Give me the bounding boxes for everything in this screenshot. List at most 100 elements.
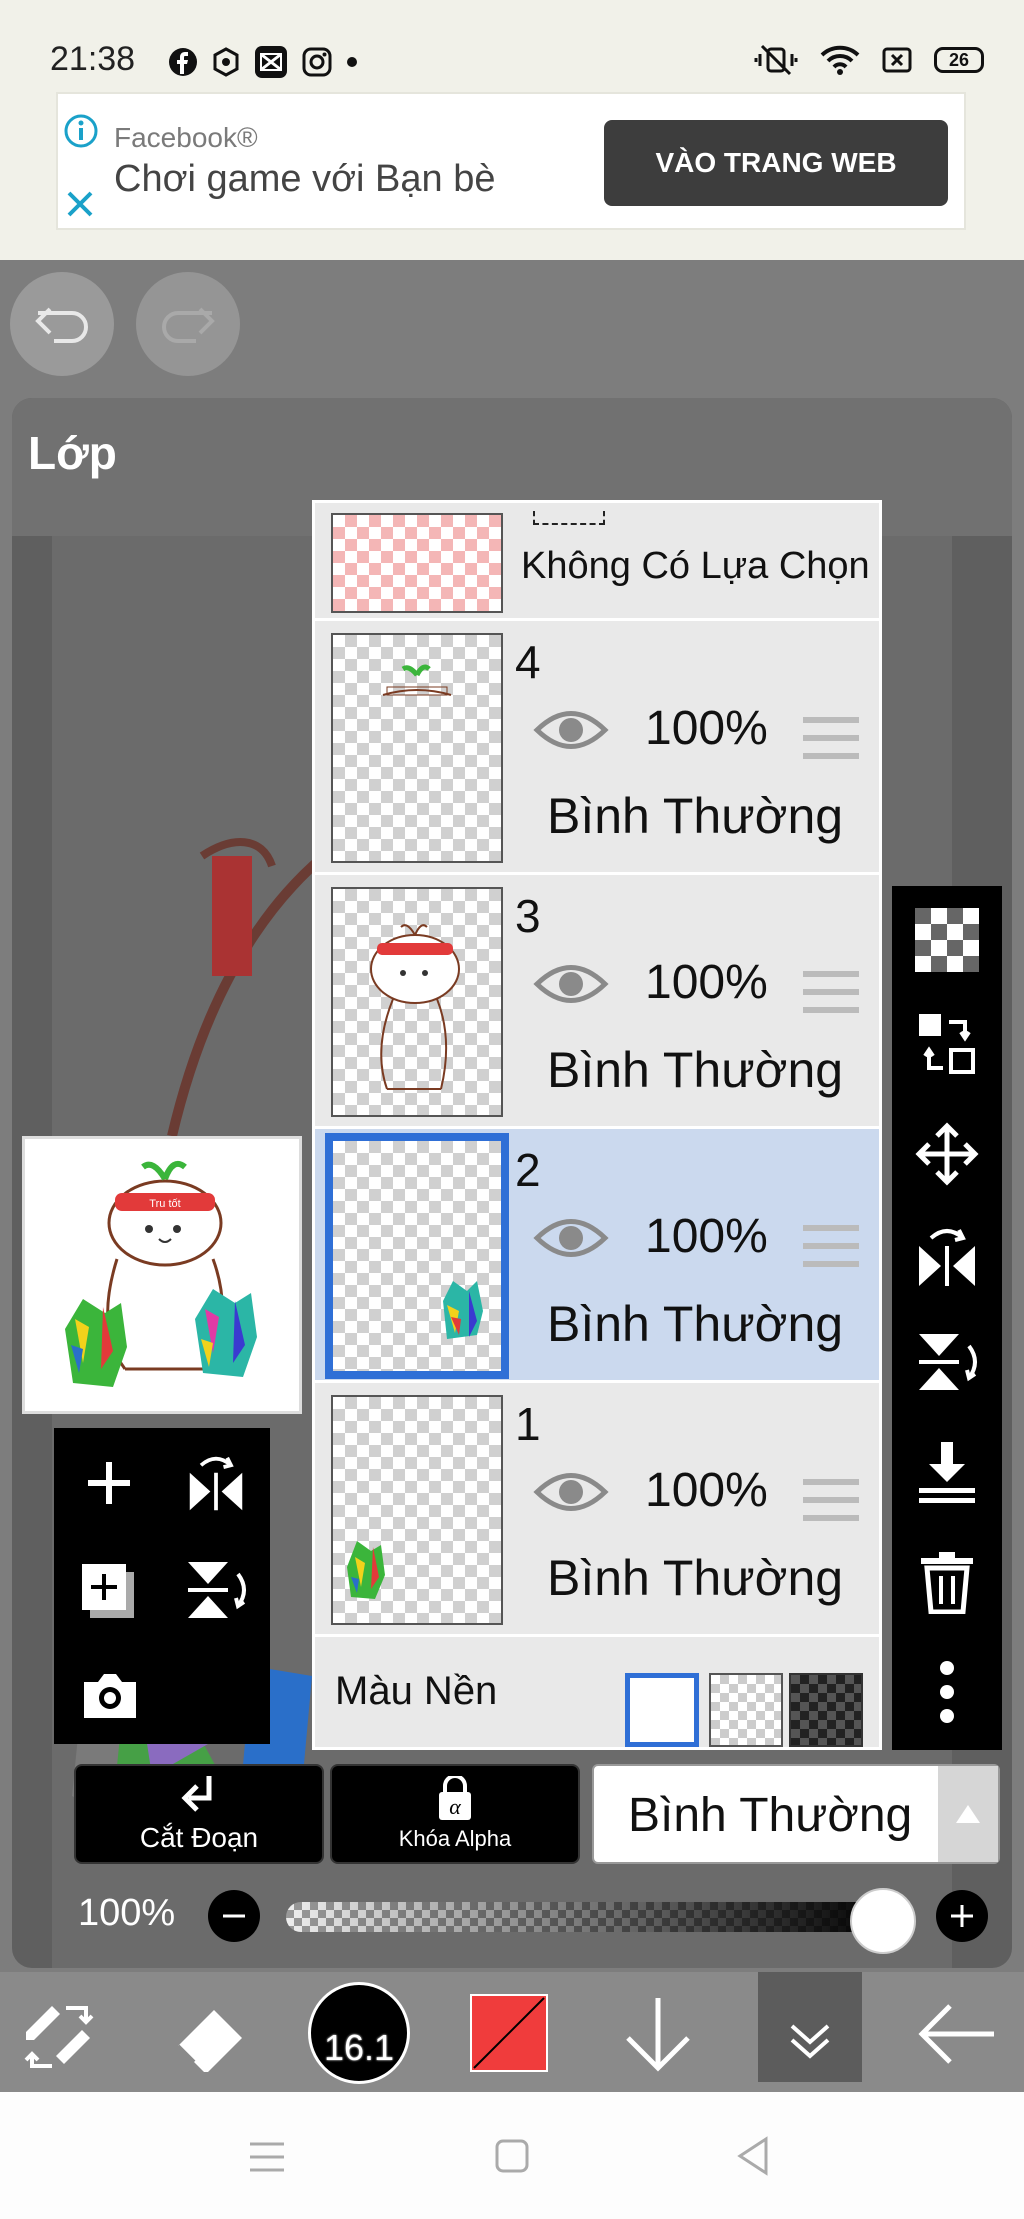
- layer-opacity[interactable]: 100%: [645, 701, 768, 756]
- more-options-button[interactable]: [892, 1660, 1002, 1724]
- layer-opacity[interactable]: 100%: [645, 1463, 768, 1518]
- clipping-button[interactable]: Cắt Đoạn: [74, 1764, 324, 1864]
- drag-handle-icon[interactable]: [803, 1223, 859, 1269]
- background-label: Màu Nền: [335, 1669, 498, 1713]
- camera-button[interactable]: [80, 1670, 140, 1720]
- layer-row[interactable]: 3 100% Bình Thường: [315, 875, 879, 1129]
- swap-layers-button[interactable]: [892, 1010, 1002, 1080]
- visibility-eye-icon[interactable]: [533, 1467, 609, 1517]
- background-color-row: Màu Nền: [315, 1641, 879, 1747]
- redo-icon: [162, 307, 215, 343]
- wifi-icon: [820, 45, 860, 75]
- visibility-eye-icon[interactable]: [533, 1213, 609, 1263]
- opacity-slider-track[interactable]: [286, 1902, 890, 1932]
- close-icon[interactable]: [66, 190, 94, 218]
- swap-shapes-icon: [919, 1014, 975, 1074]
- dot-icon: [347, 57, 357, 67]
- battery-icon: 26: [934, 47, 984, 73]
- blend-mode-toggle[interactable]: [938, 1766, 998, 1862]
- transparency-button[interactable]: [892, 908, 1002, 972]
- layer-thumbnail: [325, 1133, 509, 1379]
- layer-opacity[interactable]: 100%: [645, 1209, 768, 1264]
- opacity-label: 100%: [78, 1892, 176, 1934]
- layer-opacity[interactable]: 100%: [645, 955, 768, 1010]
- color-slash-icon: [473, 1997, 545, 2069]
- flip-horizontal-icon: [919, 1229, 975, 1286]
- undo-button[interactable]: [10, 272, 114, 376]
- ad-cta-button[interactable]: VÀO TRANG WEB: [604, 120, 948, 206]
- flip-layer-vertical-button[interactable]: [184, 1558, 248, 1622]
- eraser-icon: [176, 2010, 242, 2072]
- layer-row[interactable]: 4 100% Bình Thường: [315, 621, 879, 875]
- duplicate-layer-button[interactable]: [80, 1562, 136, 1620]
- layer-row[interactable]: 1 100% Bình Thường: [315, 1383, 879, 1637]
- redo-button[interactable]: [136, 272, 240, 376]
- flip-horizontal-button[interactable]: [892, 1226, 1002, 1290]
- undo-icon: [35, 307, 88, 343]
- system-nav-bar: [0, 2092, 1024, 2219]
- tool-switch-button[interactable]: [22, 2002, 102, 2072]
- info-icon[interactable]: [64, 114, 98, 148]
- merge-down-icon: [919, 1442, 975, 1503]
- flip-layer-horizontal-button[interactable]: [184, 1454, 248, 1514]
- plus-icon: [951, 1905, 973, 1927]
- selection-thumbnail: [331, 513, 503, 613]
- move-button[interactable]: [892, 1122, 1002, 1186]
- alpha-lock-button[interactable]: α Khóa Alpha: [330, 1764, 580, 1864]
- layer-thumbnail: [331, 633, 503, 863]
- status-bar: 21:38 26 Facebook® Chơi game với Bạn bè …: [0, 0, 1024, 260]
- blend-mode-select[interactable]: Bình Thường: [592, 1764, 1000, 1864]
- recent-apps-icon[interactable]: [248, 2140, 286, 2174]
- blend-mode-value: Bình Thường: [628, 1789, 913, 1842]
- layer-tools-toolbar: [892, 886, 1002, 1750]
- hexagon-icon: [213, 47, 239, 77]
- back-button[interactable]: [918, 2002, 998, 2066]
- color-swatch-button[interactable]: [470, 1994, 548, 2072]
- home-icon[interactable]: [494, 2138, 530, 2174]
- ad-banner[interactable]: Facebook® Chơi game với Bạn bè VÀO TRANG…: [56, 92, 966, 230]
- double-chevron-down-icon: [790, 2024, 830, 2059]
- layer-blend-mode[interactable]: Bình Thường: [547, 1295, 843, 1353]
- bg-swatch-transparent[interactable]: [709, 1673, 783, 1747]
- drag-handle-icon[interactable]: [803, 969, 859, 1015]
- arrow-down-icon: [626, 1998, 690, 2072]
- arrow-left-icon: [918, 2004, 994, 2064]
- visibility-eye-icon[interactable]: [533, 705, 609, 755]
- layer-number: 4: [515, 636, 541, 688]
- brush-size-value: 16.1: [323, 2027, 395, 2068]
- eraser-tool-button[interactable]: [170, 2002, 250, 2072]
- back-nav-icon[interactable]: [736, 2136, 770, 2176]
- drag-handle-icon[interactable]: [803, 715, 859, 761]
- brush-size-button[interactable]: 16.1: [308, 1982, 410, 2084]
- layer-thumbnail: [331, 1395, 503, 1625]
- instagram-icon: [302, 47, 332, 77]
- ad-title[interactable]: Chơi game với Bạn bè: [114, 158, 495, 201]
- opacity-decrease-button[interactable]: [208, 1890, 260, 1942]
- panel-title: Lớp: [28, 427, 117, 479]
- flip-vertical-button[interactable]: [892, 1330, 1002, 1394]
- minus-icon: [223, 1914, 245, 1918]
- layer-blend-mode[interactable]: Bình Thường: [547, 787, 843, 845]
- opacity-increase-button[interactable]: [936, 1890, 988, 1942]
- clip-arrow-icon: [181, 1776, 212, 1812]
- capcut-icon: [255, 46, 287, 78]
- layer-row-selected[interactable]: 2 100% Bình Thường: [315, 1129, 879, 1383]
- collapse-panel-button[interactable]: [758, 1972, 862, 2082]
- selection-layer-row[interactable]: Không Có Lựa Chọn: [315, 503, 879, 621]
- layer-blend-mode[interactable]: Bình Thường: [547, 1549, 843, 1607]
- trash-icon: [921, 1552, 973, 1614]
- bg-swatch-dark[interactable]: [789, 1673, 863, 1747]
- merge-down-button[interactable]: [892, 1440, 1002, 1504]
- layer-down-button[interactable]: [620, 1994, 696, 2074]
- selection-label: Không Có Lựa Chọn: [521, 545, 870, 587]
- alpha-lock-label: Khóa Alpha: [398, 1826, 512, 1851]
- drag-handle-icon[interactable]: [803, 1477, 859, 1523]
- layer-number: 2: [515, 1144, 541, 1196]
- delete-layer-button[interactable]: [892, 1550, 1002, 1614]
- bg-swatch-white[interactable]: [625, 1673, 699, 1747]
- visibility-eye-icon[interactable]: [533, 959, 609, 1009]
- canvas-preview[interactable]: Tru tốt: [22, 1136, 302, 1414]
- layer-blend-mode[interactable]: Bình Thường: [547, 1041, 843, 1099]
- add-layer-button[interactable]: [84, 1458, 134, 1508]
- opacity-slider-knob[interactable]: [850, 1888, 916, 1954]
